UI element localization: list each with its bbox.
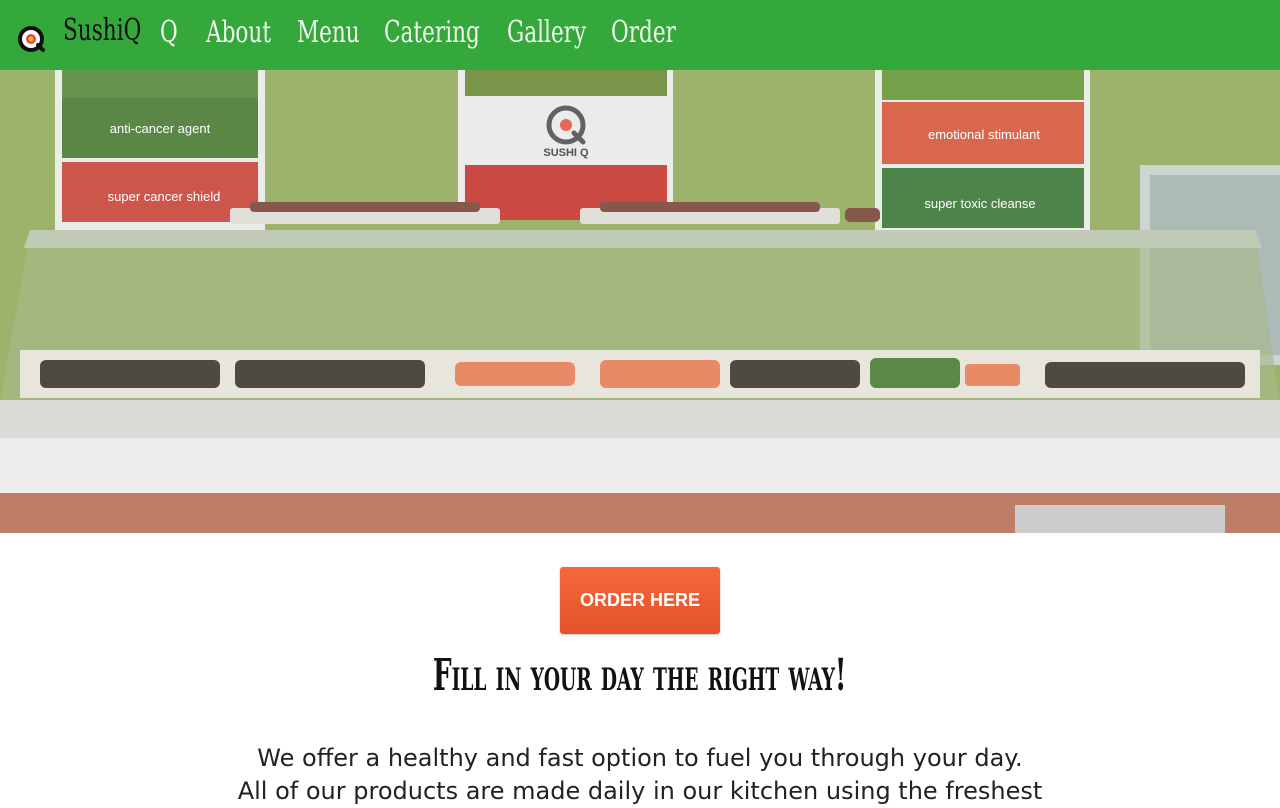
nav-link-order[interactable]: Order — [611, 15, 676, 50]
nav-link-menu[interactable]: Menu — [297, 15, 360, 50]
tagline-text: Fill in your day the right way! — [433, 650, 847, 701]
intro-line-1: We offer a healthy and fast option to fu… — [257, 744, 1023, 772]
order-here-button[interactable]: ORDER HERE — [560, 567, 720, 634]
nav-link-about[interactable]: About — [206, 15, 271, 50]
nav-link-q[interactable]: Q — [160, 15, 178, 50]
page-tagline: Fill in your day the right way! — [0, 650, 1280, 701]
sushi-logo-icon[interactable] — [17, 25, 45, 53]
hero-image: anti-cancer agent super cancer shield SU… — [0, 70, 1280, 533]
intro-line-2: All of our products are made daily in ou… — [237, 777, 1043, 805]
brand-link[interactable]: SushiQ — [63, 13, 141, 48]
nav-link-gallery[interactable]: Gallery — [507, 15, 586, 50]
top-navbar: SushiQ Q About Menu Catering Gallery Ord… — [0, 0, 1280, 70]
intro-text: We offer a healthy and fast option to fu… — [0, 742, 1280, 808]
nav-link-catering[interactable]: Catering — [384, 15, 480, 50]
